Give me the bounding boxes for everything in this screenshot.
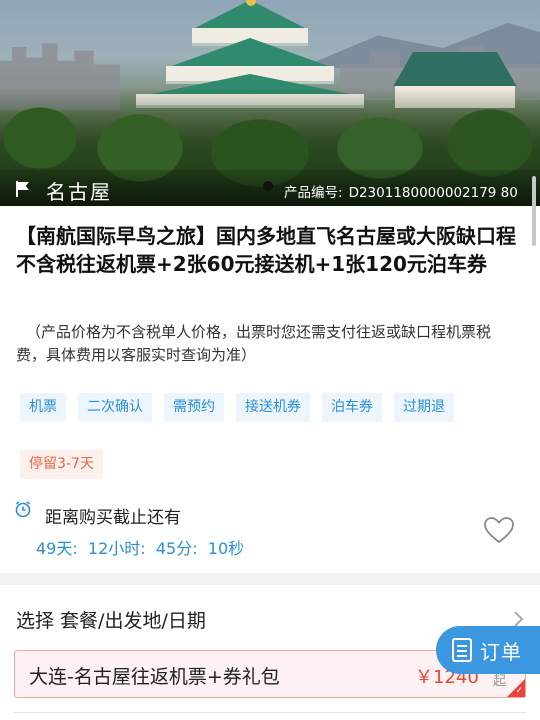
- section-divider: [0, 573, 540, 585]
- order-button-label: 订单: [480, 639, 522, 664]
- order-doc-icon: [452, 638, 472, 662]
- tag-reconfirm: 二次确认: [78, 393, 152, 422]
- price-note: （产品价格为不含税单人价格，出票时您还需支付往返或缺口程机票税费，具体费用以客服…: [16, 323, 492, 364]
- product-code-value: D2301180000002179 80: [348, 185, 518, 201]
- tag-reservation: 需预约: [164, 393, 224, 422]
- countdown-timer: 49天: 12小时: 45分: 10秒: [36, 539, 245, 558]
- destination-label: 名古屋: [46, 180, 112, 204]
- product-code: 产品编号: D2301180000002179 80: [284, 181, 518, 201]
- order-button[interactable]: 订单: [436, 626, 540, 674]
- selected-check-icon: ✓: [507, 679, 525, 697]
- camera-dot: [263, 181, 273, 191]
- product-code-label: 产品编号:: [284, 185, 343, 201]
- heart-icon[interactable]: [482, 514, 516, 546]
- tag-transfer: 接送机券: [236, 393, 310, 422]
- selection-label[interactable]: 选择 套餐/出发地/日期: [16, 606, 206, 633]
- scrollbar[interactable]: [532, 176, 536, 246]
- tag-stay: 停留3-7天: [20, 450, 103, 479]
- tag-flight: 机票: [20, 393, 66, 422]
- product-title: 【南航国际早鸟之旅】国内多地直飞名古屋或大阪缺口程不含税往返机票+2张60元接送…: [16, 224, 516, 276]
- feature-tags: 机票 二次确认 需预约 接送机券 泊车券 过期退 停留3-7天: [20, 393, 520, 479]
- deadline-label: 距离购买截止还有: [45, 508, 181, 528]
- tag-refund: 过期退: [394, 393, 454, 422]
- next-option-edge: [14, 712, 526, 720]
- package-name: 大连-名古屋往返机票+券礼包: [29, 666, 280, 688]
- flag-icon: [16, 181, 30, 197]
- tag-parking: 泊车券: [322, 393, 382, 422]
- clock-icon: [15, 501, 31, 518]
